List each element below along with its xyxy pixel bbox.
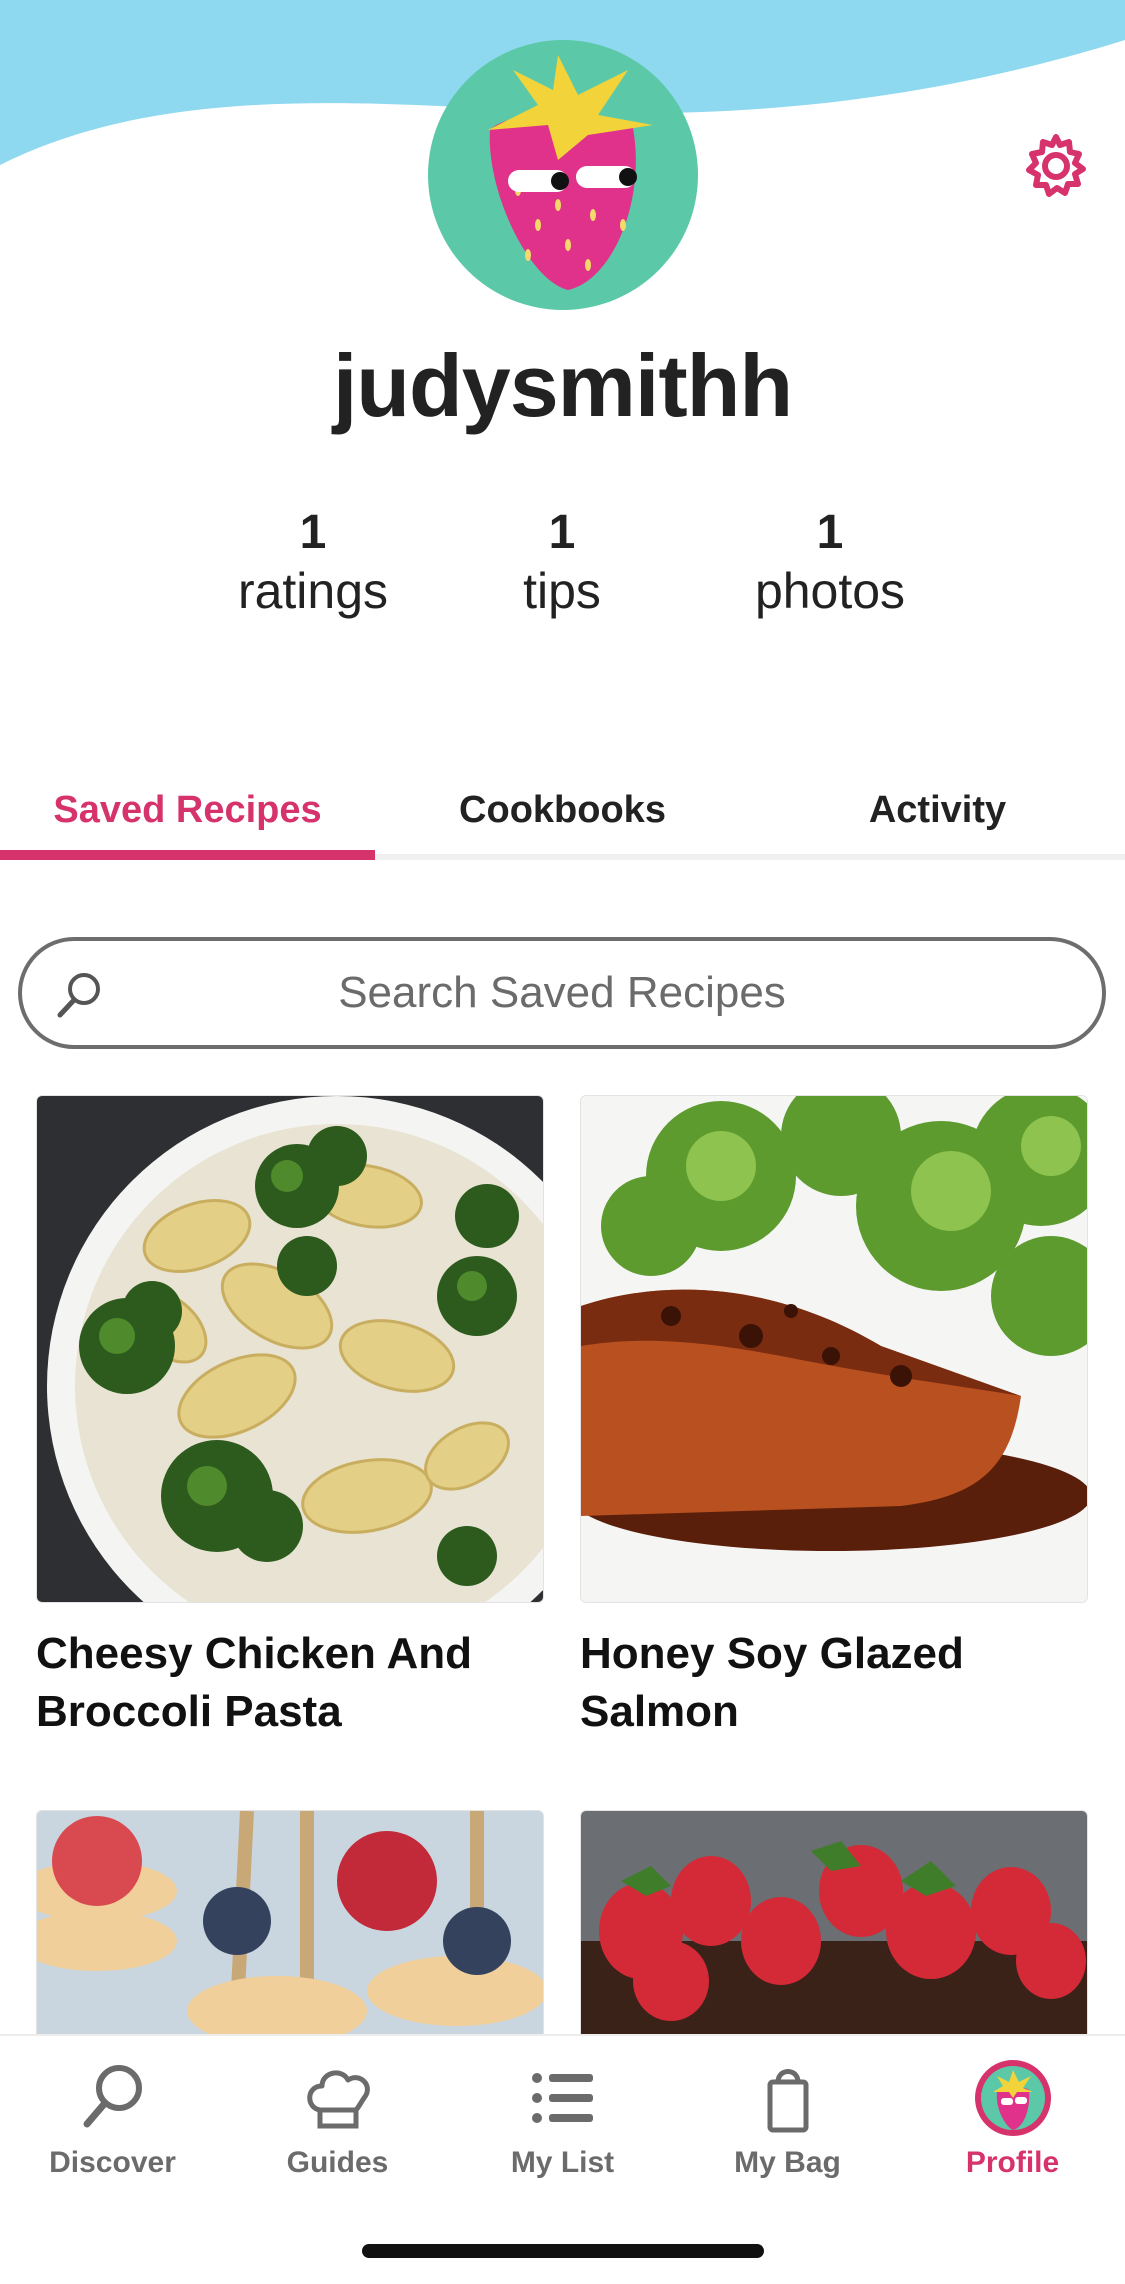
strawberry-avatar-icon bbox=[428, 40, 698, 310]
stat-value: 1 bbox=[299, 506, 327, 559]
search-icon bbox=[57, 973, 100, 1018]
profile-avatar[interactable] bbox=[428, 40, 698, 310]
nav-my-list[interactable]: My List bbox=[450, 2058, 675, 2198]
stat-value: 1 bbox=[816, 506, 844, 559]
profile-tabs: Saved Recipes Cookbooks Activity bbox=[0, 760, 1125, 860]
tab-saved-recipes[interactable]: Saved Recipes bbox=[0, 760, 375, 860]
recipe-title: Honey Soy Glazed Salmon bbox=[580, 1629, 964, 1736]
stat-label: photos bbox=[754, 563, 906, 619]
profile-stats: 1 ratings 1 tips 1 photos bbox=[0, 505, 1125, 645]
nav-label: Guides bbox=[286, 2146, 389, 2179]
recipe-card[interactable]: Honey Soy Glazed Salmon bbox=[580, 1095, 1088, 1741]
profile-avatar-icon bbox=[974, 2060, 1051, 2136]
bag-icon bbox=[767, 2069, 808, 2133]
nav-label: My List bbox=[510, 2146, 615, 2179]
settings-button[interactable] bbox=[1020, 130, 1092, 202]
tab-activity[interactable]: Activity bbox=[750, 760, 1125, 860]
stat-value: 1 bbox=[548, 506, 576, 559]
nav-profile[interactable]: Profile bbox=[900, 2058, 1125, 2198]
search-icon bbox=[83, 2065, 142, 2128]
home-indicator bbox=[362, 2244, 764, 2258]
nav-label: My Bag bbox=[734, 2146, 841, 2179]
stat-tips[interactable]: 1 tips bbox=[432, 505, 692, 621]
list-icon bbox=[531, 2073, 593, 2123]
pasta-broccoli-photo bbox=[36, 1095, 544, 1603]
profile-screen: judysmithh 1 ratings 1 tips 1 photos Sav… bbox=[0, 0, 1125, 2284]
stat-ratings[interactable]: 1 ratings bbox=[183, 505, 443, 621]
stat-label: tips bbox=[523, 563, 601, 619]
gear-icon bbox=[1026, 134, 1086, 197]
nav-discover[interactable]: Discover bbox=[0, 2058, 225, 2198]
active-tab-indicator bbox=[0, 850, 375, 860]
chef-hat-icon bbox=[306, 2070, 370, 2129]
glazed-salmon-photo bbox=[580, 1095, 1088, 1603]
nav-my-bag[interactable]: My Bag bbox=[675, 2058, 900, 2198]
recipe-title: Cheesy Chicken And Broccoli Pasta bbox=[36, 1629, 473, 1736]
nav-label: Profile bbox=[965, 2146, 1060, 2179]
search-bar[interactable] bbox=[18, 937, 1106, 1049]
nav-label: Discover bbox=[49, 2146, 176, 2179]
search-input[interactable] bbox=[22, 968, 1102, 1018]
username: judysmithh bbox=[332, 336, 793, 435]
recipe-card[interactable]: Cheesy Chicken And Broccoli Pasta bbox=[36, 1095, 544, 1741]
stat-photos[interactable]: 1 photos bbox=[700, 505, 960, 621]
stat-label: ratings bbox=[237, 563, 389, 619]
nav-guides[interactable]: Guides bbox=[225, 2058, 450, 2198]
tab-cookbooks[interactable]: Cookbooks bbox=[375, 760, 750, 860]
